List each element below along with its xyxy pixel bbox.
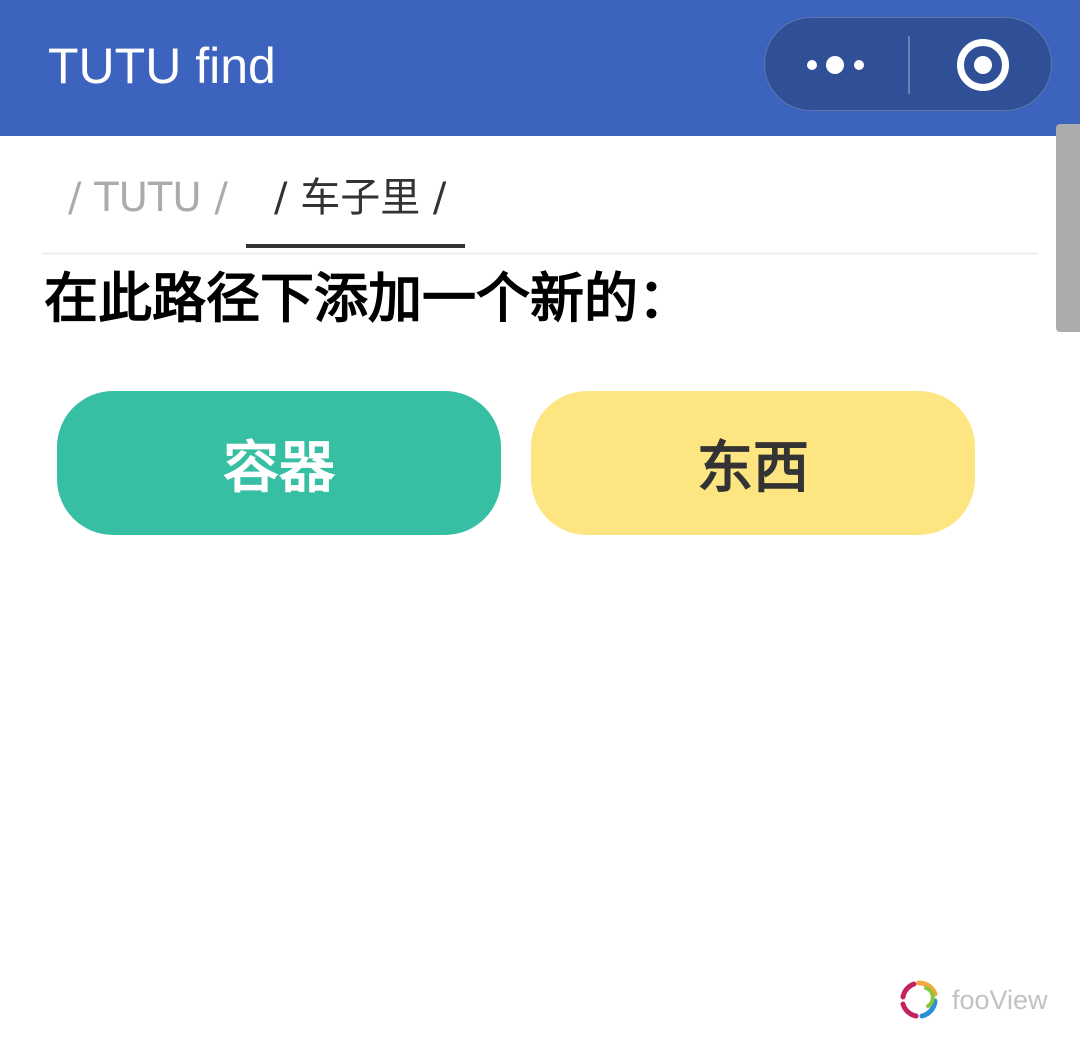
- more-button[interactable]: [765, 18, 908, 112]
- more-dots-icon-right: [854, 60, 864, 70]
- breadcrumb: / TUTU / / 车子里 /: [42, 160, 1038, 255]
- more-dots-icon-center: [826, 56, 844, 74]
- more-dots-icon: [807, 60, 817, 70]
- watermark: fooView: [898, 978, 1048, 1022]
- watermark-text: fooView: [952, 984, 1048, 1015]
- close-button[interactable]: [910, 18, 1053, 112]
- page: TUTU find / TUTU / / 车子里 / 在此路径下添加一个新的： …: [0, 0, 1080, 1052]
- breadcrumb-item-tutu[interactable]: / TUTU /: [68, 170, 228, 226]
- add-container-button[interactable]: 容器: [57, 391, 501, 535]
- title-bar: TUTU find: [0, 0, 1080, 136]
- active-tab-indicator: [246, 244, 465, 248]
- add-thing-button[interactable]: 东西: [531, 391, 975, 535]
- target-circle-icon-center: [974, 56, 992, 74]
- page-heading: 在此路径下添加一个新的：: [44, 267, 692, 330]
- menu-capsule: [764, 17, 1052, 111]
- app-title: TUTU find: [48, 38, 276, 94]
- fooview-logo-icon: [900, 980, 938, 1019]
- scrollbar-thumb[interactable]: [1056, 124, 1080, 332]
- breadcrumb-item-current[interactable]: / 车子里 /: [274, 170, 446, 226]
